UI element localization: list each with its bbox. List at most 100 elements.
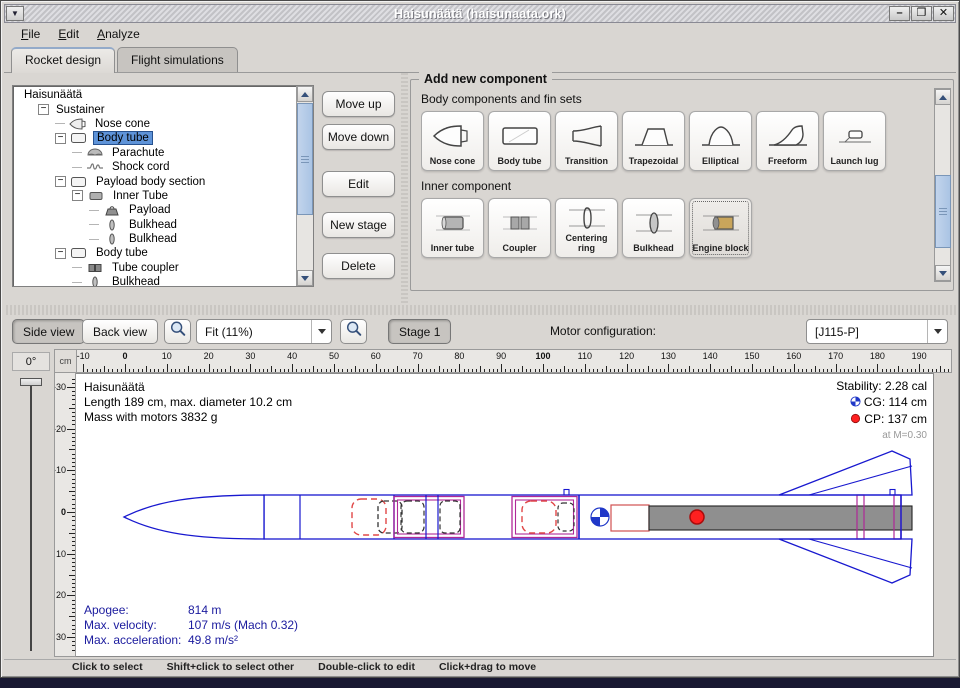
status-hint: Click+drag to move (438, 661, 537, 673)
side-view-button[interactable]: Side view (12, 319, 86, 344)
view-toolbar: Side view Back view Fit (11%) Stage 1 Mo… (4, 315, 956, 348)
move-down-button[interactable]: Move down (322, 124, 395, 150)
tree-item-inner-tube[interactable]: − Inner Tube (15, 189, 295, 203)
tree-item-payload-body-section[interactable]: − Payload body section (15, 174, 295, 188)
tree-item-bulkhead[interactable]: Bulkhead (15, 218, 295, 232)
tree-item-body-tube[interactable]: − Body tube (15, 246, 295, 260)
expander-icon[interactable]: − (55, 247, 66, 259)
shock-cord-icon (86, 161, 105, 173)
tree-item-tube-coupler[interactable]: Tube coupler (15, 261, 295, 275)
chevron-down-icon (311, 320, 331, 343)
back-view-button[interactable]: Back view (82, 319, 159, 344)
component-button-centering-ring[interactable]: Centering ring (555, 198, 618, 258)
tree-item-label: Tube coupler (112, 261, 179, 274)
rotation-slider-handle[interactable] (20, 378, 42, 386)
scroll-up-icon[interactable] (297, 86, 313, 102)
rotation-slider[interactable] (30, 380, 32, 651)
engine-block-icon (699, 202, 743, 244)
vertical-splitter[interactable] (401, 73, 408, 305)
rotation-angle-readout: 0° (12, 352, 50, 371)
scroll-down-icon[interactable] (935, 265, 951, 281)
tree-item-bulkhead[interactable]: Bulkhead (15, 232, 295, 246)
menu-edit[interactable]: Edit (49, 25, 88, 43)
panel-scrollbar-thumb[interactable] (935, 175, 951, 249)
close-button[interactable]: ✕ (933, 6, 954, 21)
rocket-info-text: Haisunäätä Length 189 cm, max. diameter 1… (84, 380, 293, 424)
component-button-nose-cone[interactable]: Nose cone (421, 111, 484, 171)
component-button-trapezoidal[interactable]: Trapezoidal (622, 111, 685, 171)
tree-item-label: Body tube (93, 131, 153, 146)
cp-icon (850, 412, 861, 428)
body-tube-icon (70, 247, 89, 259)
tree-item-bulkhead[interactable]: Bulkhead (15, 275, 295, 286)
component-button-launch-lug[interactable]: Launch lug (823, 111, 886, 171)
component-button-transition[interactable]: Transition (555, 111, 618, 171)
tree-action-buttons: Move up Move down Edit New stage Delete (322, 73, 396, 305)
tab-rocket-design[interactable]: Rocket design (11, 47, 116, 73)
tube-coupler-icon (86, 262, 105, 274)
vertical-ruler: -30 -20 -10 0 10 20 30 (54, 373, 76, 657)
inner-tube-icon (87, 190, 106, 202)
tree-item-payload[interactable]: Payload (15, 203, 295, 217)
group-legend: Add new component (419, 72, 552, 86)
title-bar[interactable]: ▼ Haisunäätä (haisunaata.ork) – ❐ ✕ (4, 4, 956, 23)
expander-icon[interactable]: − (72, 190, 83, 202)
component-button-inner-tube[interactable]: Inner tube (421, 198, 484, 258)
horizontal-splitter[interactable] (4, 305, 956, 315)
component-button-elliptical[interactable]: Elliptical (689, 111, 752, 171)
delete-button[interactable]: Delete (322, 253, 395, 279)
cg-value: CG: 114 cm (863, 395, 927, 409)
bulkhead-icon (86, 276, 105, 286)
scroll-down-icon[interactable] (297, 270, 313, 286)
maximize-button[interactable]: ❐ (911, 6, 932, 21)
freeform-fin-icon (766, 115, 810, 157)
tree-item-haisun-t-[interactable]: Haisunäätä (15, 88, 295, 102)
expander-icon[interactable]: − (38, 104, 49, 116)
tree-scrollbar-thumb[interactable] (297, 103, 313, 215)
tree-item-label: Body tube (96, 247, 148, 260)
tree-item-body-tube[interactable]: − Body tube (15, 131, 295, 146)
trapezoidal-fin-icon (632, 115, 676, 157)
window-menu-icon[interactable]: ▼ (6, 6, 24, 21)
tree-item-label: Nose cone (95, 117, 150, 130)
component-button-bulkhead[interactable]: Bulkhead (622, 198, 685, 258)
component-button-coupler[interactable]: Coupler (488, 198, 551, 258)
component-button-body-tube[interactable]: Body tube (488, 111, 551, 171)
tree-item-sustainer[interactable]: − Sustainer (15, 102, 295, 116)
window-title: Haisunäätä (haisunaata.ork) (393, 6, 567, 21)
new-stage-button[interactable]: New stage (322, 212, 395, 238)
tab-flight-simulations[interactable]: Flight simulations (117, 47, 238, 73)
expander-icon[interactable]: − (55, 176, 66, 188)
component-button-engine-block[interactable]: Engine block (689, 198, 752, 258)
scroll-up-icon[interactable] (935, 89, 951, 105)
stage-1-toggle[interactable]: Stage 1 (388, 319, 452, 344)
motor-configuration-label: Motor configuration: (549, 324, 656, 338)
group-label-body-components-and-fin-sets: Body components and fin sets (421, 92, 582, 106)
expander-icon[interactable]: − (55, 132, 66, 144)
zoom-level-select[interactable]: Fit (11%) (196, 319, 332, 344)
minimize-button[interactable]: – (889, 6, 910, 21)
component-button-freeform[interactable]: Freeform (756, 111, 819, 171)
add-component-group: Add new component Body components and fi… (410, 72, 954, 291)
status-hint: Double-click to edit (318, 661, 415, 673)
tree-item-label: Haisunäätä (24, 89, 83, 102)
rocket-canvas[interactable]: Haisunäätä Length 189 cm, max. diameter 1… (76, 373, 934, 657)
tree-scrollbar[interactable] (296, 86, 313, 286)
motor-configuration-select[interactable]: [J115-P] (806, 319, 948, 344)
move-up-button[interactable]: Move up (322, 91, 395, 117)
payload-icon (103, 204, 122, 216)
menu-file[interactable]: File (12, 25, 49, 43)
bulkhead-icon (103, 233, 122, 245)
edit-button[interactable]: Edit (322, 171, 395, 197)
zoom-in-button[interactable] (340, 319, 367, 344)
zoom-out-button[interactable] (164, 319, 191, 344)
nose-cone-icon (69, 118, 88, 130)
tree-item-label: Inner Tube (113, 189, 168, 202)
tree-item-nose-cone[interactable]: Nose cone (15, 117, 295, 131)
elliptical-fin-icon (699, 115, 743, 157)
component-panel-scrollbar[interactable] (934, 88, 951, 282)
menu-analyze[interactable]: Analyze (88, 25, 149, 43)
tree-item-shock-cord[interactable]: Shock cord (15, 160, 295, 174)
cg-icon (850, 395, 861, 411)
tree-item-parachute[interactable]: Parachute (15, 146, 295, 160)
